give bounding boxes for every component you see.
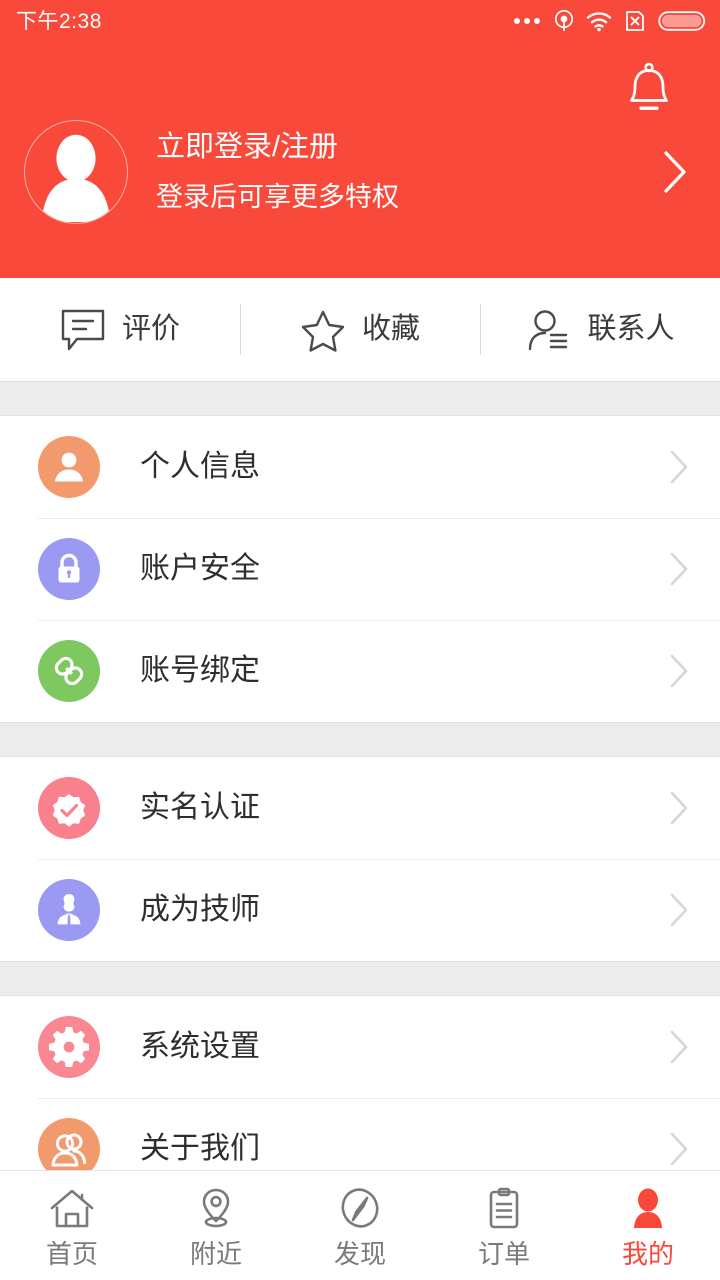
more-dots-icon [514,18,540,24]
menu-item-account-security[interactable]: 账户安全 [0,518,720,620]
chevron-right-icon [670,450,688,484]
menu-item-label: 账户安全 [140,552,260,585]
quick-action-contacts[interactable]: 联系人 [480,278,720,381]
my-profile-screen: 下午2:38 立即登录/注册 登录后可享更多特权 评价 收藏 联系人 个人信息 … [0,0,720,1280]
comment-icon [61,309,105,350]
tab-label: 首页 [45,1238,98,1269]
quick-actions-bar: 评价 收藏 联系人 [0,278,720,381]
menu-item-label: 系统设置 [140,1030,260,1063]
menu-item-label: 成为技师 [140,893,260,926]
sim-card-disabled-icon [626,11,644,31]
login-subtitle: 登录后可享更多特权 [156,182,399,213]
menu-item-label: 账号绑定 [140,654,260,687]
group-separator [0,961,720,996]
verified-badge-icon-badge [38,777,100,839]
quick-action-label: 评价 [121,313,180,345]
avatar-placeholder-icon [41,134,111,222]
chevron-right-icon [670,791,688,825]
quick-action-favorite[interactable]: 收藏 [240,278,480,381]
status-icon-group [514,8,706,34]
menu-item-label: 个人信息 [140,450,260,483]
login-title: 立即登录/注册 [156,131,339,163]
tab-discover[interactable]: 发现 [288,1171,432,1280]
chevron-right-icon [670,893,688,927]
location-radar-icon [554,9,574,31]
tab-label: 附近 [189,1238,242,1269]
clipboard-icon [489,1187,519,1228]
clipboard-icon-wrap [481,1185,527,1233]
battery-icon [658,11,706,31]
lock-icon [58,553,80,583]
tab-orders[interactable]: 订单 [432,1171,576,1280]
chevron-right-icon [670,1030,688,1064]
chevron-right-icon [664,151,686,193]
quick-action-label: 收藏 [361,313,420,345]
menu-item-label: 实名认证 [140,791,260,824]
compass-icon [341,1187,379,1228]
user-icon [634,1188,662,1228]
technician-icon-badge [38,879,100,941]
menu-item-account-binding[interactable]: 账号绑定 [0,620,720,722]
chevron-right-icon [670,1132,688,1166]
profile-header: 立即登录/注册 登录后可享更多特权 [0,42,720,278]
menu-group-verification: 实名认证 成为技师 [0,757,720,961]
chevron-right-icon [670,654,688,688]
avatar[interactable] [24,120,128,224]
chevron-right-icon [670,552,688,586]
menu-item-label: 关于我们 [140,1132,260,1165]
technician-icon [57,894,81,925]
link-icon [54,656,84,686]
home-icon-wrap [49,1185,95,1233]
people-icon [51,1133,87,1167]
location-pin-icon-wrap [193,1185,239,1233]
menu-item-personal-info[interactable]: 个人信息 [0,416,720,518]
login-text-block: 立即登录/注册 登录后可享更多特权 [156,129,660,215]
notification-button[interactable] [622,60,676,118]
lock-icon-badge [38,538,100,600]
menu-group-account: 个人信息 账户安全 账号绑定 [0,416,720,722]
menu-item-become-technician[interactable]: 成为技师 [0,859,720,961]
tab-nearby[interactable]: 附近 [144,1171,288,1280]
tab-label: 订单 [477,1238,530,1269]
status-time: 下午2:38 [16,9,102,33]
user-icon-wrap [625,1185,671,1233]
gear-icon [49,1027,89,1067]
group-separator [0,722,720,757]
home-icon [50,1189,94,1227]
tab-mine[interactable]: 我的 [576,1171,720,1280]
compass-icon-wrap [337,1185,383,1233]
quick-action-review[interactable]: 评价 [0,278,240,381]
link-icon-badge [38,640,100,702]
wifi-icon [586,12,612,32]
status-bar: 下午2:38 [0,0,720,42]
tab-home[interactable]: 首页 [0,1171,144,1280]
star-icon [301,310,345,352]
location-pin-icon [202,1188,230,1227]
person-icon-badge [38,436,100,498]
gear-icon-badge [38,1016,100,1078]
quick-action-label: 联系人 [587,313,675,345]
bottom-tab-bar: 首页 附近 发现 订单 我的 [0,1170,720,1280]
tab-label: 我的 [621,1238,674,1269]
menu-item-system-settings[interactable]: 系统设置 [0,996,720,1098]
tab-label: 发现 [333,1238,386,1269]
group-separator [0,381,720,416]
verified-badge-icon [52,794,86,827]
contact-person-icon [529,309,568,350]
menu-item-real-name-verification[interactable]: 实名认证 [0,757,720,859]
person-icon [55,452,83,482]
login-row[interactable]: 立即登录/注册 登录后可享更多特权 [0,120,720,224]
bell-icon [630,62,668,110]
